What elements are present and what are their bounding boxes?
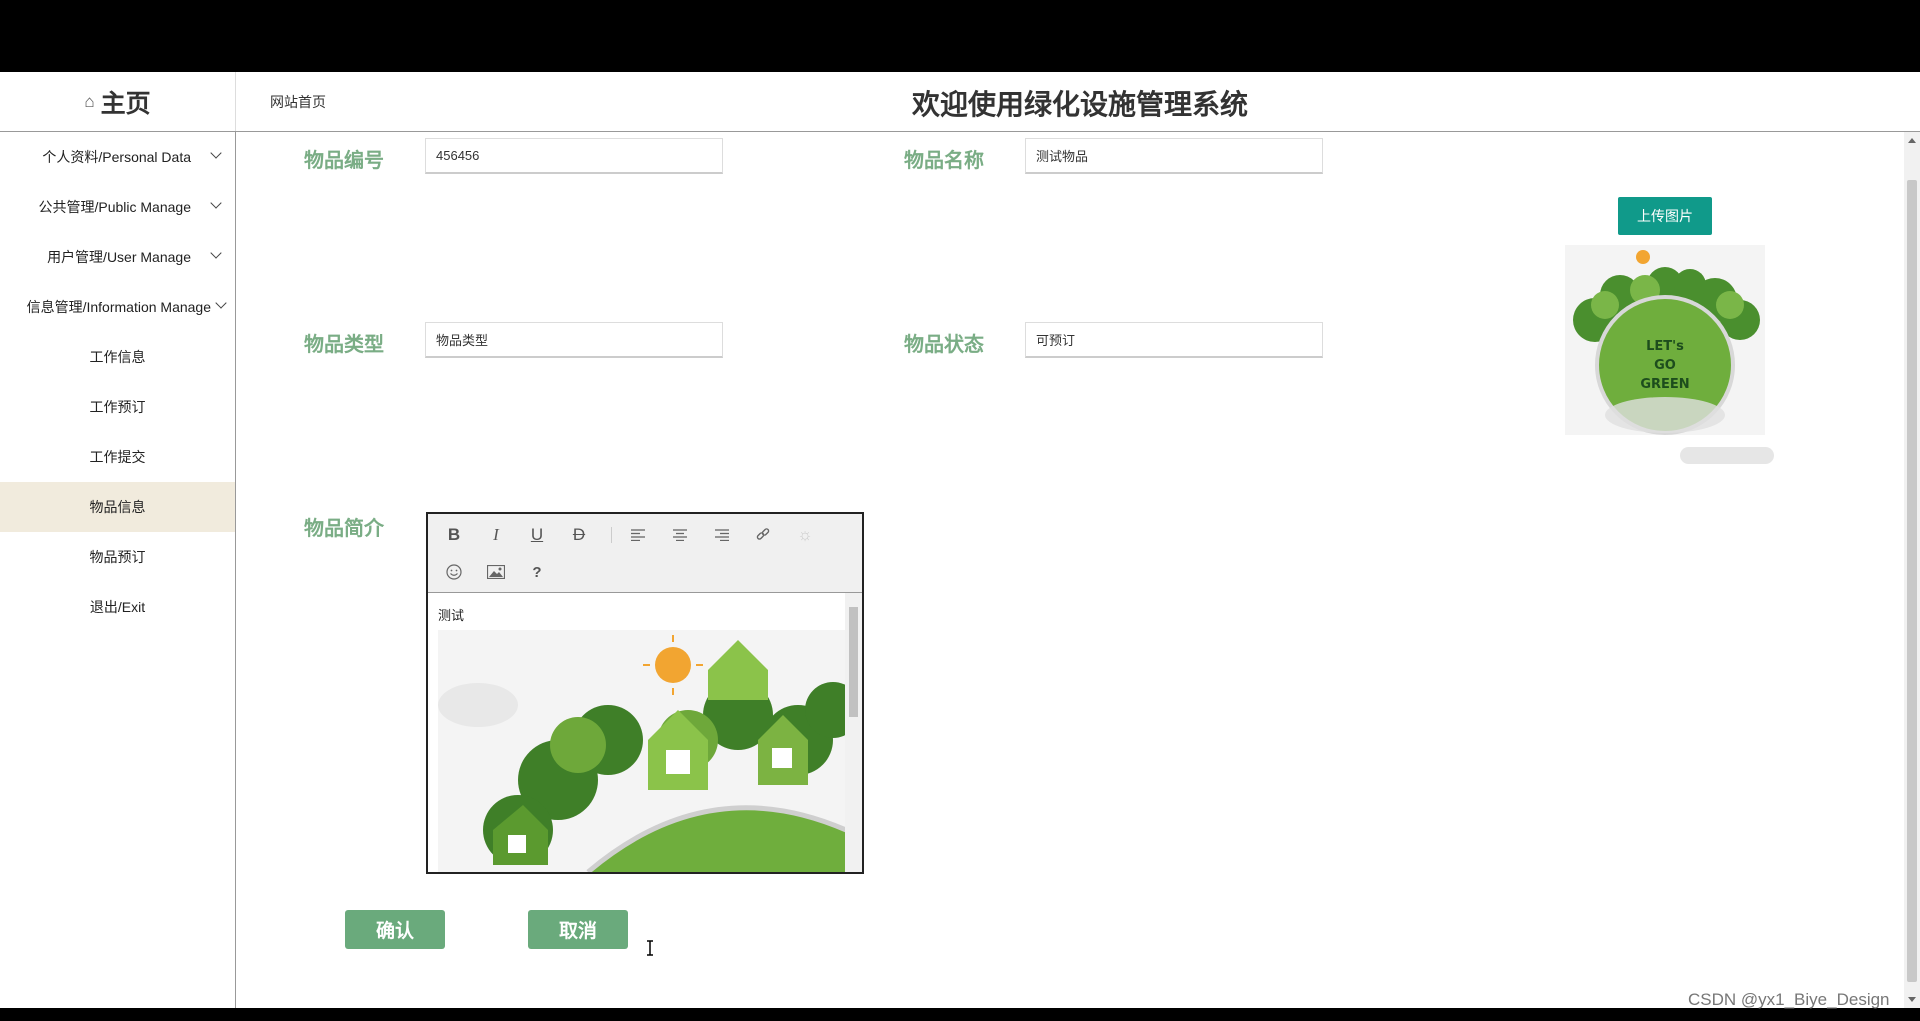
sidebar-item-item-booking[interactable]: 物品预订 xyxy=(0,532,235,582)
chevron-down-icon xyxy=(210,147,222,159)
page-title: 欢迎使用绿化设施管理系统 xyxy=(911,89,1248,120)
italic-icon[interactable]: I xyxy=(482,521,510,549)
bottom-black-bar xyxy=(0,1008,1920,1021)
emoji-icon[interactable] xyxy=(440,558,468,586)
rich-text-editor[interactable]: B I U D ☼ ? 测试 xyxy=(426,512,864,874)
sidebar: 个人资料/Personal Data 公共管理/Public Manage 用户… xyxy=(0,132,236,1008)
upload-progress-track xyxy=(1680,447,1774,464)
scroll-up-icon[interactable] xyxy=(1908,138,1916,143)
item-name-input[interactable] xyxy=(1025,138,1323,174)
bold-icon[interactable]: B xyxy=(440,521,468,549)
confirm-button[interactable]: 确认 xyxy=(345,910,445,949)
align-center-icon[interactable] xyxy=(666,521,694,549)
sidebar-item-personal-data[interactable]: 个人资料/Personal Data xyxy=(0,132,235,182)
sidebar-item-label: 个人资料/Personal Data xyxy=(42,149,191,165)
editor-scrollbar-thumb[interactable] xyxy=(849,607,858,717)
sidebar-item-label: 信息管理/Information Manage xyxy=(26,299,211,315)
item-name-label: 物品名称 xyxy=(904,150,984,172)
image-preview: LET's GO GREEN xyxy=(1565,245,1765,435)
page-scrollbar-thumb[interactable] xyxy=(1907,180,1917,982)
link-icon[interactable] xyxy=(749,521,777,549)
toolbar-divider xyxy=(611,527,612,543)
editor-text: 测试 xyxy=(438,608,465,623)
item-intro-label: 物品简介 xyxy=(304,518,384,540)
main-content: 物品编号 物品名称 上传图片 LET's GO GR xyxy=(236,132,1904,1008)
item-status-label: 物品状态 xyxy=(904,334,984,356)
underline-icon[interactable]: U xyxy=(523,521,551,549)
sidebar-item-work-info[interactable]: 工作信息 xyxy=(0,332,235,382)
sidebar-item-item-info[interactable]: 物品信息 xyxy=(0,482,235,532)
chevron-down-icon xyxy=(210,197,222,209)
upload-image-button[interactable]: 上传图片 xyxy=(1618,197,1712,235)
editor-scrollbar[interactable] xyxy=(845,593,862,872)
chevron-down-icon xyxy=(215,297,227,309)
item-type-label: 物品类型 xyxy=(304,334,384,356)
preview-text-line-3: GREEN xyxy=(1640,377,1689,392)
editor-toolbar: B I U D ☼ ? xyxy=(428,514,862,593)
item-no-label: 物品编号 xyxy=(304,150,384,172)
page-scrollbar[interactable] xyxy=(1904,132,1920,1008)
sidebar-item-public-manage[interactable]: 公共管理/Public Manage xyxy=(0,182,235,232)
sidebar-item-exit[interactable]: 退出/Exit xyxy=(0,582,235,632)
sidebar-item-label: 用户管理/User Manage xyxy=(47,249,191,265)
image-icon[interactable] xyxy=(482,558,510,586)
editor-embedded-image xyxy=(438,630,861,872)
item-type-input[interactable] xyxy=(425,322,723,358)
sidebar-item-label: 公共管理/Public Manage xyxy=(38,199,191,215)
header: ⌂ 主页 网站首页 欢迎使用绿化设施管理系统 xyxy=(0,72,1920,132)
unlink-icon[interactable]: ☼ xyxy=(791,521,819,549)
preview-text-line-2: GO xyxy=(1654,358,1676,373)
green-globe-image: LET's GO GREEN xyxy=(1565,245,1765,435)
item-no-input[interactable] xyxy=(425,138,723,174)
app-window: ⌂ 主页 网站首页 欢迎使用绿化设施管理系统 个人资料/Personal Dat… xyxy=(0,72,1920,1008)
align-left-icon[interactable] xyxy=(624,521,652,549)
strikethrough-icon[interactable]: D xyxy=(565,521,593,549)
help-icon[interactable]: ? xyxy=(523,558,551,586)
item-status-input[interactable] xyxy=(1025,322,1323,358)
watermark: CSDN @yx1_Biye_Design xyxy=(1688,990,1890,1009)
align-right-icon[interactable] xyxy=(708,521,736,549)
text-cursor-icon xyxy=(647,940,653,956)
editor-content-area[interactable]: 测试 xyxy=(428,593,862,872)
sidebar-item-information-manage[interactable]: 信息管理/Information Manage xyxy=(0,282,235,332)
preview-text-line-1: LET's xyxy=(1646,339,1684,354)
sidebar-item-user-manage[interactable]: 用户管理/User Manage xyxy=(0,232,235,282)
chevron-down-icon xyxy=(210,247,222,259)
sidebar-item-work-booking[interactable]: 工作预订 xyxy=(0,382,235,432)
top-black-bar xyxy=(0,0,1920,72)
cancel-button[interactable]: 取消 xyxy=(528,910,628,949)
scroll-down-icon[interactable] xyxy=(1908,997,1916,1002)
sidebar-item-work-submit[interactable]: 工作提交 xyxy=(0,432,235,482)
